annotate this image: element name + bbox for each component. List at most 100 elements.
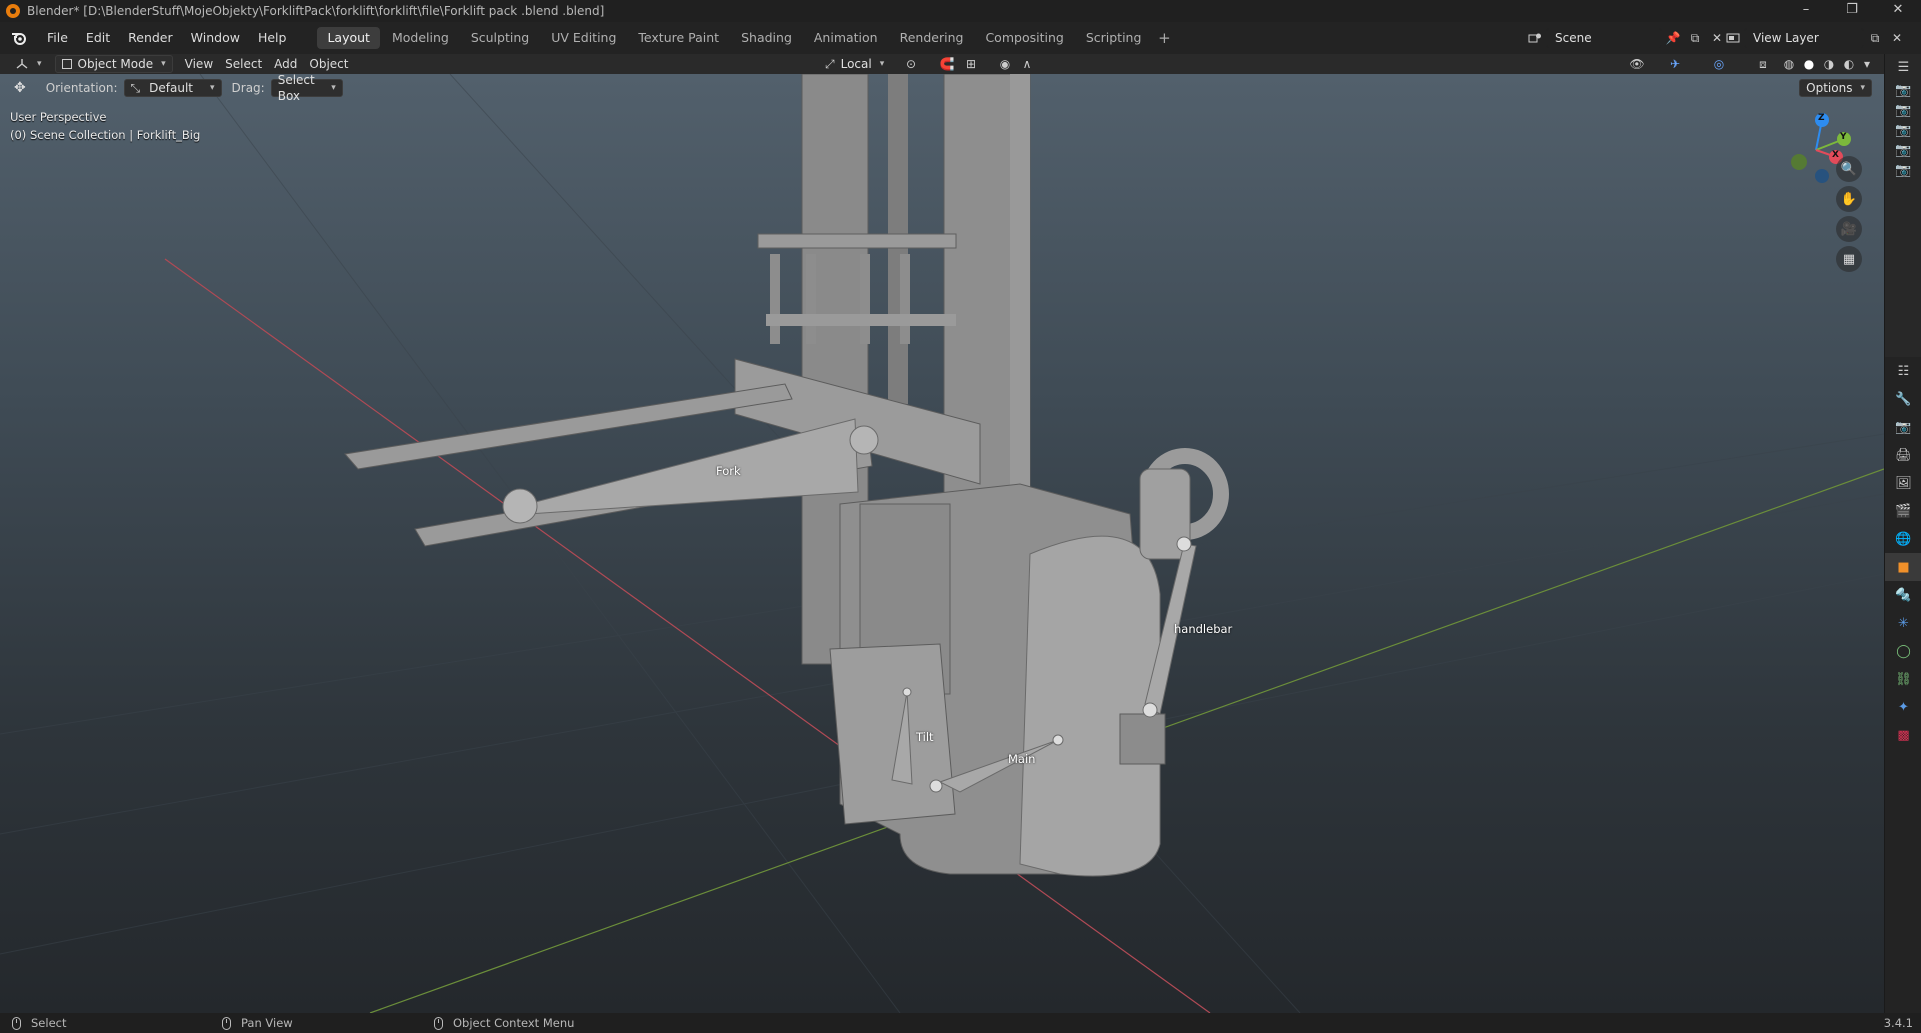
mouse-left-icon — [12, 1016, 21, 1030]
scene-name-field[interactable]: Scene — [1546, 28, 1662, 48]
drag-dropdown[interactable]: Select Box ▾ — [270, 74, 343, 103]
tab-scripting[interactable]: Scripting — [1076, 27, 1152, 49]
properties-tab-strip: ☷ 🔧 📷 🖨 🖼 🎬 🌐 ■ 🔩 ✳ ◯ ⛓ ✦ ▩ — [1884, 357, 1921, 1013]
bone-label-handlebar: handlebar — [1174, 622, 1233, 636]
menu-view[interactable]: View — [179, 55, 219, 73]
data-tab-icon[interactable]: ✦ — [1885, 693, 1921, 721]
add-workspace-button[interactable]: + — [1153, 29, 1175, 47]
tab-sculpting[interactable]: Sculpting — [461, 27, 539, 49]
tab-animation[interactable]: Animation — [804, 27, 888, 49]
render-camera-icon-5[interactable]: 📷 — [1885, 160, 1921, 180]
editor-type-dropdown[interactable]: ▾ — [8, 55, 49, 73]
move-tool-icon[interactable]: ✥ — [14, 80, 26, 96]
new-view-layer-icon[interactable]: ⧉ — [1864, 28, 1886, 48]
tab-texture-paint[interactable]: Texture Paint — [628, 27, 729, 49]
tool-settings-bar: ✥ Orientation: ⤡ Default ▾ Drag: Select B… — [0, 74, 1884, 103]
camera-view-icon[interactable]: 🎥 — [1836, 216, 1862, 242]
editor-type-icon — [16, 59, 28, 69]
scene-tab-icon[interactable]: 🎬 — [1885, 497, 1921, 525]
pivot-point-icon[interactable]: ⊙ — [900, 54, 922, 74]
tab-layout[interactable]: Layout — [317, 27, 380, 49]
overlay-toggle-icon[interactable]: ◎ — [1708, 54, 1730, 74]
window-title: Blender* [D:\BlenderStuff\MojeObjekty\Fo… — [27, 4, 605, 18]
constraints-tab-icon[interactable]: ⛓ — [1885, 665, 1921, 693]
menu-edit[interactable]: Edit — [77, 27, 119, 49]
shading-options-icon[interactable]: ▾ — [1856, 54, 1878, 74]
texture-tab-icon[interactable]: ▩ — [1885, 721, 1921, 749]
view-layer-name-field[interactable]: View Layer — [1744, 28, 1864, 48]
pan-hand-icon[interactable]: ✋ — [1836, 186, 1862, 212]
outliner-editor-icon[interactable]: ☰ — [1885, 54, 1921, 80]
snap-icon[interactable]: 🧲 — [936, 54, 958, 74]
menu-help[interactable]: Help — [249, 27, 296, 49]
solid-shading-icon[interactable]: ● — [1798, 54, 1820, 74]
orientation-dropdown[interactable]: ⤡ Default ▾ — [123, 79, 222, 97]
proportional-editing-icon[interactable]: ◉ — [994, 54, 1016, 74]
gizmo-toggle-icon[interactable]: ✈ — [1664, 54, 1686, 74]
menu-select[interactable]: Select — [219, 55, 268, 73]
menu-window[interactable]: Window — [182, 27, 249, 49]
mode-dropdown[interactable]: Object Mode ▾ — [54, 55, 173, 73]
menu-file[interactable]: File — [38, 27, 77, 49]
status-select-text: Select — [31, 1016, 67, 1030]
menu-add[interactable]: Add — [268, 55, 303, 73]
tab-rendering[interactable]: Rendering — [890, 27, 974, 49]
render-camera-icon-4[interactable]: 📷 — [1885, 140, 1921, 160]
bone-label-tilt: Tilt — [916, 730, 934, 744]
view-layer-selector: View Layer ⧉ ✕ — [1722, 27, 1908, 49]
output-tab-icon[interactable]: 🖨 — [1885, 441, 1921, 469]
minimize-button[interactable]: – — [1783, 0, 1829, 22]
physics-tab-icon[interactable]: ◯ — [1885, 637, 1921, 665]
menu-render[interactable]: Render — [119, 27, 182, 49]
view-layer-tab-icon[interactable]: 🖼 — [1885, 469, 1921, 497]
delete-view-layer-icon[interactable]: ✕ — [1886, 28, 1908, 48]
viewport-perspective-text: User Perspective — [10, 110, 107, 124]
scene-icon[interactable] — [1524, 28, 1546, 48]
perspective-toggle-icon[interactable]: ▦ — [1836, 246, 1862, 272]
view-layer-icon[interactable] — [1722, 28, 1744, 48]
tab-uv-editing[interactable]: UV Editing — [541, 27, 626, 49]
visibility-icon[interactable]: 👁 — [1626, 54, 1648, 74]
zoom-icon[interactable]: 🔍 — [1836, 156, 1862, 182]
xray-toggle-icon[interactable]: ⧈ — [1752, 54, 1774, 74]
blender-window: Blender* [D:\BlenderStuff\MojeObjekty\Fo… — [0, 0, 1921, 1033]
outliner-strip: ☰ 📷 📷 📷 📷 📷 — [1884, 54, 1921, 357]
scene-selector: Scene 📌 ⧉ ✕ — [1524, 27, 1728, 49]
blender-menu-icon[interactable] — [8, 28, 30, 48]
properties-editor-icon[interactable]: ☷ — [1885, 357, 1921, 385]
window-controls: – ❐ ✕ — [1783, 0, 1921, 22]
transform-orientation-dropdown[interactable]: ⤢ Local ▾ — [818, 55, 894, 73]
pin-icon[interactable]: 📌 — [1662, 28, 1684, 48]
restore-button[interactable]: ❐ — [1829, 0, 1875, 22]
render-camera-icon-3[interactable]: 📷 — [1885, 120, 1921, 140]
world-tab-icon[interactable]: 🌐 — [1885, 525, 1921, 553]
drag-value: Select Box — [277, 74, 315, 103]
new-scene-icon[interactable]: ⧉ — [1684, 28, 1706, 48]
render-camera-icon-2[interactable]: 📷 — [1885, 100, 1921, 120]
material-shading-icon[interactable]: ◑ — [1818, 54, 1840, 74]
falloff-icon[interactable]: ∧ — [1016, 54, 1038, 74]
options-button[interactable]: Options ▾ — [1799, 79, 1872, 97]
mode-label: Object Mode — [77, 57, 154, 71]
gizmo-z-label: Z — [1818, 113, 1825, 123]
tab-compositing[interactable]: Compositing — [975, 27, 1073, 49]
particles-tab-icon[interactable]: ✳ — [1885, 609, 1921, 637]
object-mode-icon — [61, 59, 72, 69]
tool-tab-icon[interactable]: 🔧 — [1885, 385, 1921, 413]
tab-modeling[interactable]: Modeling — [382, 27, 459, 49]
mouse-right-icon — [434, 1016, 443, 1030]
close-button[interactable]: ✕ — [1875, 0, 1921, 22]
object-tab-icon[interactable]: ■ — [1885, 553, 1921, 581]
menu-object[interactable]: Object — [303, 55, 354, 73]
3d-viewport[interactable]: Fork handlebar Tilt Main ✥ Orientation: … — [0, 74, 1884, 1013]
blender-logo-icon — [6, 4, 20, 18]
wireframe-shading-icon[interactable]: ◍ — [1778, 54, 1800, 74]
tab-shading[interactable]: Shading — [731, 27, 802, 49]
status-context-menu-text: Object Context Menu — [453, 1016, 575, 1030]
viewport-header: ▾ Object Mode ▾ View Select Add Object ⤢ … — [0, 54, 1884, 74]
gizmo-x-label: X — [1832, 150, 1839, 160]
render-tab-icon[interactable]: 📷 — [1885, 413, 1921, 441]
modifiers-tab-icon[interactable]: 🔩 — [1885, 581, 1921, 609]
snap-target-icon[interactable]: ⊞ — [960, 54, 982, 74]
render-camera-icon-1[interactable]: 📷 — [1885, 80, 1921, 100]
